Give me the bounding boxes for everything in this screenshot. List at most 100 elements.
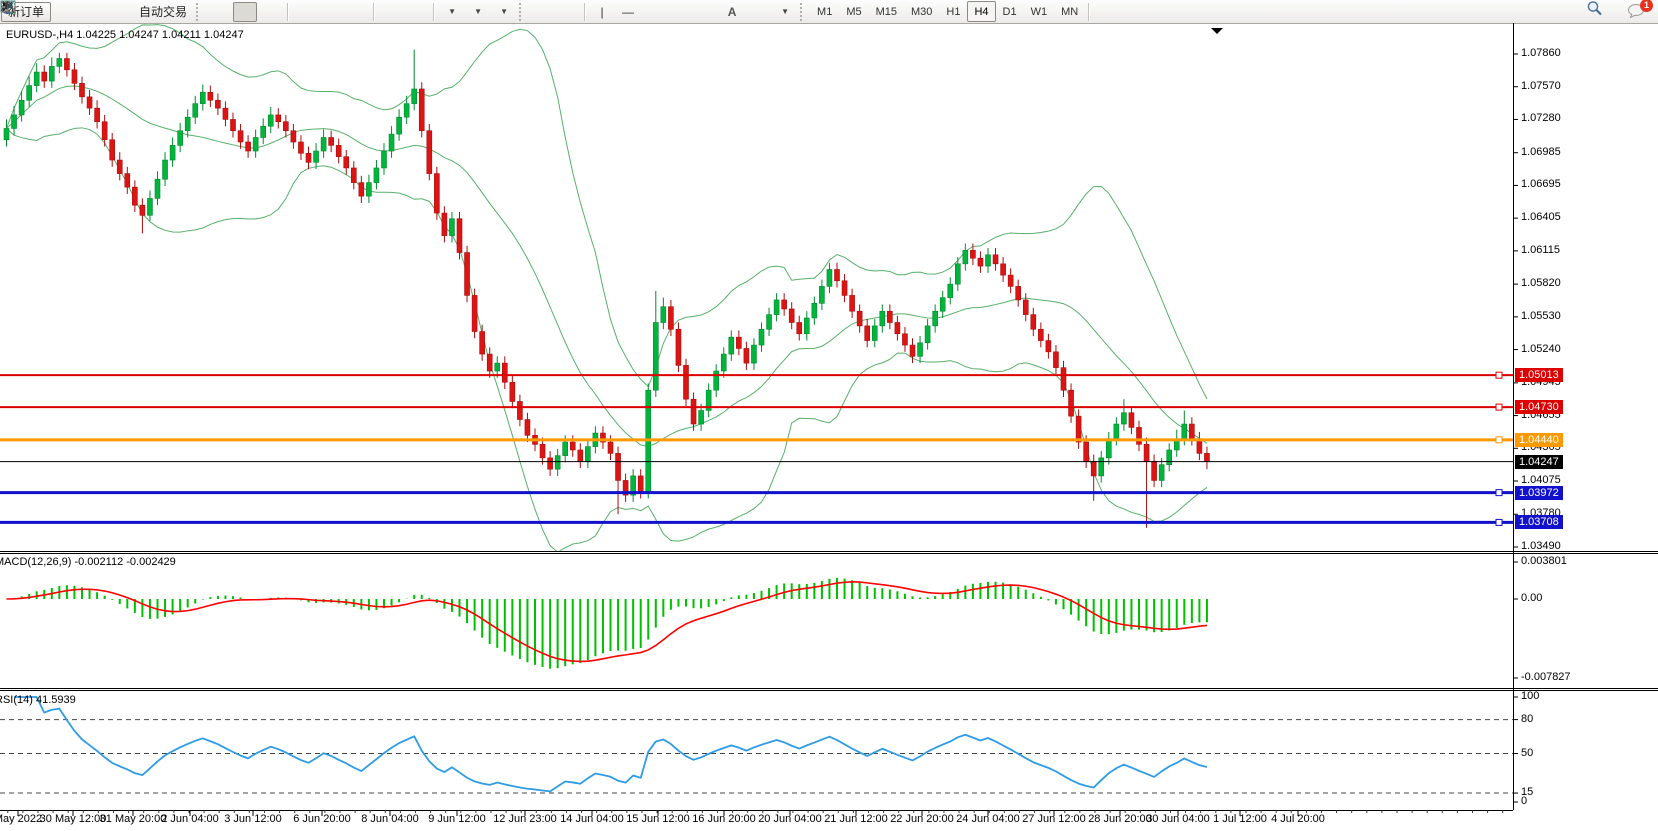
timeframe-toolbar: M1M5M15M30H1H4D1W1MN <box>810 1 1085 22</box>
panel-separator[interactable] <box>0 551 1658 552</box>
search-icon[interactable] <box>1587 2 1611 22</box>
macd-scale-label: 0.00 <box>1521 592 1542 604</box>
time-axis-label: 31 May 20:00 <box>100 813 167 825</box>
time-axis-label: 1 Jul 12:00 <box>1213 813 1267 825</box>
price-tag-1.04440: 1.04440 <box>1515 433 1563 447</box>
price-tick-label: 1.06695 <box>1521 178 1561 190</box>
price-tag-1.03972: 1.03972 <box>1515 486 1563 500</box>
line-chart-type-button[interactable] <box>259 2 283 22</box>
time-axis-label: 14 Jun 04:00 <box>560 813 624 825</box>
period-button[interactable]: ▼ <box>465 2 489 22</box>
rsi-level-label: 50 <box>1521 747 1533 759</box>
timeframe-button-mn[interactable]: MN <box>1054 1 1085 22</box>
horizontal-line-tool-button[interactable]: — <box>616 2 640 22</box>
price-tag-1.05013: 1.05013 <box>1515 368 1563 382</box>
equidistant-channel-tool-button[interactable]: E <box>668 2 692 22</box>
candlestick-chart-type-button[interactable] <box>233 2 257 22</box>
arrows-tool-button[interactable]: ▼ <box>772 2 796 22</box>
toolbar-grip[interactable] <box>800 3 807 21</box>
main-chart-canvas[interactable] <box>0 24 1513 551</box>
toolbar: 新订单 自动交易 <box>0 0 1658 24</box>
price-tick-label: 1.06115 <box>1521 244 1560 256</box>
rsi-level-label: 80 <box>1521 713 1533 725</box>
auto-trading-button[interactable]: 自动交易 <box>131 2 192 22</box>
time-axis-label: 3 Jun 12:00 <box>224 813 282 825</box>
time-axis-label: 30 May 12:00 <box>40 813 107 825</box>
time-axis-label: 21 Jun 12:00 <box>824 813 888 825</box>
add-indicator-button[interactable]: ▼ <box>439 2 463 22</box>
toolbar-grip[interactable] <box>519 3 526 21</box>
toolbar-grip[interactable] <box>196 3 203 21</box>
macd-scale-label: 0.003801 <box>1521 555 1567 567</box>
timeframe-button-m1[interactable]: M1 <box>810 1 839 22</box>
tile-windows-button[interactable] <box>345 2 369 22</box>
template-button[interactable]: ▼ <box>491 2 515 22</box>
rsi-panel-canvas[interactable] <box>0 691 1513 810</box>
price-tick-label: 1.07860 <box>1521 47 1561 59</box>
time-axis-label: 15 Jun 12:00 <box>626 813 690 825</box>
cursor-tool-button[interactable] <box>530 2 554 22</box>
auto-trading-label: 自动交易 <box>139 3 187 20</box>
trendline-tool-button[interactable] <box>642 2 666 22</box>
time-axis-label: 4 Jul 20:00 <box>1271 813 1325 825</box>
price-tag-1.04730: 1.04730 <box>1515 400 1563 414</box>
terminal-window: 新订单 自动交易 <box>0 0 1658 831</box>
price-tick-label: 1.05820 <box>1521 277 1561 289</box>
macd-panel-canvas[interactable] <box>0 554 1513 688</box>
price-tick-label: 1.06985 <box>1521 146 1561 158</box>
price-tick-label: 1.04075 <box>1521 474 1561 486</box>
timeframe-button-m30[interactable]: M30 <box>904 1 939 22</box>
timeframe-button-m15[interactable]: M15 <box>869 1 904 22</box>
market-watch-icon[interactable] <box>53 2 77 22</box>
time-axis-label: 27 Jun 12:00 <box>1022 813 1086 825</box>
time-axis-label: 20 Jun 04:00 <box>758 813 822 825</box>
chart-ohlc-title: EURUSD-,H4 1.04225 1.04247 1.04211 1.042… <box>6 29 244 41</box>
time-axis-label: May 2022 <box>0 813 42 825</box>
timeframe-button-m5[interactable]: M5 <box>839 1 868 22</box>
rsi-indicator-label: RSI(14) 41.5939 <box>0 694 76 706</box>
new-order-button[interactable]: 新订单 <box>1 2 51 22</box>
panel-separator[interactable] <box>0 688 1658 689</box>
vertical-line-tool-button[interactable]: | <box>590 2 614 22</box>
timeframe-button-d1[interactable]: D1 <box>996 1 1024 22</box>
notification-badge: 1 <box>1640 0 1653 12</box>
auto-scroll-button[interactable] <box>379 2 403 22</box>
text-label-tool-button[interactable]: T <box>746 2 770 22</box>
price-tick-label: 1.06405 <box>1521 211 1561 223</box>
rsi-level-label: 100 <box>1521 690 1539 702</box>
timeframe-button-h4[interactable]: H4 <box>967 1 995 22</box>
time-axis-label: 22 Jun 20:00 <box>890 813 954 825</box>
time-axis-label: 16 Jun 20:00 <box>692 813 756 825</box>
price-tick-label: 1.05240 <box>1521 343 1561 355</box>
time-axis-label: 24 Jun 04:00 <box>956 813 1020 825</box>
chevron-down-icon: ▼ <box>500 7 508 16</box>
chevron-down-icon: ▼ <box>474 7 482 16</box>
time-axis-label: 30 Jun 04:00 <box>1146 813 1210 825</box>
time-axis-label: 2 Jun 04:00 <box>161 813 219 825</box>
chart-shift-button[interactable] <box>405 2 429 22</box>
price-tick-label: 1.05530 <box>1521 310 1561 322</box>
time-axis-label: 28 Jun 20:00 <box>1088 813 1152 825</box>
bar-chart-type-button[interactable] <box>207 2 231 22</box>
timeframe-button-w1[interactable]: W1 <box>1024 1 1055 22</box>
macd-scale-label: -0.007827 <box>1521 671 1571 683</box>
time-axis-label: 6 Jun 20:00 <box>293 813 351 825</box>
timeframe-button-h1[interactable]: H1 <box>939 1 967 22</box>
crosshair-tool-button[interactable] <box>556 2 580 22</box>
time-axis-label: 8 Jun 04:00 <box>361 813 419 825</box>
price-tick-label: 1.03490 <box>1521 540 1561 552</box>
price-tick-label: 1.07570 <box>1521 80 1561 92</box>
price-tick-label: 1.07280 <box>1521 112 1561 124</box>
chevron-down-icon: ▼ <box>448 7 456 16</box>
signals-icon[interactable] <box>105 2 129 22</box>
fibonacci-tool-button[interactable]: F <box>694 2 718 22</box>
zoom-in-button[interactable] <box>293 2 317 22</box>
zoom-out-button[interactable] <box>319 2 343 22</box>
time-axis-label: 12 Jun 23:00 <box>493 813 557 825</box>
time-axis-label: 9 Jun 12:00 <box>428 813 486 825</box>
text-tool-button[interactable]: A <box>720 2 744 22</box>
chevron-down-icon: ▼ <box>781 7 789 16</box>
terminal-icon[interactable] <box>79 2 103 22</box>
price-tag-1.04247: 1.04247 <box>1515 455 1563 469</box>
notifications-chat-icon[interactable]: 1 <box>1626 2 1650 22</box>
